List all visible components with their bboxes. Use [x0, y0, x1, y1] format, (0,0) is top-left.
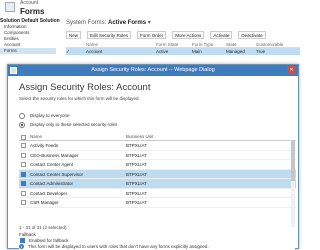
row-checkbox[interactable] [19, 141, 30, 150]
edit-security-roles-button[interactable]: Edit Security Roles [87, 30, 132, 39]
scrollbar-thumb[interactable] [291, 141, 295, 181]
page-subtitle: Select the security roles for which this… [19, 96, 140, 101]
radio-button[interactable] [19, 121, 25, 128]
radio-label-everyone: Display to everyone [30, 113, 70, 118]
table-scrollbar[interactable] [291, 141, 295, 227]
col-customizable[interactable]: Customizable [256, 41, 300, 47]
radio-display-everyone[interactable]: Display to everyone [19, 112, 70, 119]
dialog-title-bar[interactable]: Assign Security Roles: Account -- Webpag… [8, 65, 298, 76]
header-title: Forms [20, 7, 45, 16]
row-checkbox[interactable] [19, 198, 30, 207]
table-row[interactable]: CSR Manager BTPXLIAT [19, 198, 296, 208]
radio-display-selected[interactable]: Display only to these selected security … [19, 121, 117, 128]
more-actions-button[interactable]: More Actions [172, 30, 205, 39]
col-form-type[interactable]: Form Type [192, 41, 226, 47]
select-all-checkbox[interactable] [19, 133, 30, 140]
row-checkbox[interactable] [19, 189, 30, 198]
system-forms-prefix: System Forms: [66, 20, 107, 26]
check-icon: ✓ [66, 49, 70, 54]
header-entity: Account [20, 0, 39, 6]
activate-button[interactable]: Activate [210, 30, 233, 39]
window-controls: ✕ [287, 66, 296, 74]
fallback-section-title: Fallback [19, 232, 36, 237]
paging-status: 1 - 31 of 31 (2 selected) [19, 225, 67, 230]
row-checkbox[interactable] [19, 160, 30, 169]
forms-toolbar: New Edit Security Roles Form Order More … [66, 30, 300, 39]
left-nav: Information Components Entities Account … [0, 24, 56, 64]
roles-table: Name Business Unit Activity Feeds BTPXLI… [19, 133, 296, 208]
table-row[interactable]: Contact Administrator BTPXLIAT [19, 179, 296, 189]
row-checkbox[interactable] [19, 170, 30, 179]
info-icon: i [19, 244, 24, 249]
fallback-note-text: This form will be displayed to users wit… [28, 244, 209, 249]
deactivate-button[interactable]: Deactivate [238, 30, 266, 39]
table-header: Name Business Unit [19, 133, 296, 141]
radio-label-selected: Display only to these selected security … [30, 122, 118, 127]
nav-item-forms[interactable]: Forms [0, 48, 56, 54]
form-order-button[interactable]: Form Order [137, 30, 167, 39]
ie-icon [10, 67, 17, 74]
assign-security-roles-dialog: Assign Security Roles: Account -- Webpag… [7, 64, 299, 250]
system-forms-view[interactable]: Active Forms [108, 20, 146, 26]
col-name[interactable]: Name [86, 41, 156, 47]
dialog-title: Assign Security Roles: Account -- Webpag… [91, 67, 215, 73]
forms-grid: Name Form State Form Type State Customiz… [66, 41, 300, 55]
entity-icon [5, 2, 15, 12]
row-checkbox[interactable] [19, 179, 30, 188]
col-state[interactable]: State [226, 41, 256, 47]
table-row[interactable]: Activity Feeds BTPXLIAT [19, 141, 296, 151]
row-checkbox[interactable] [19, 151, 30, 160]
col-header-business-unit[interactable]: Business Unit [126, 133, 296, 140]
table-row[interactable]: Contact Center Agent BTPXLIAT [19, 160, 296, 170]
grid-header: Name Form State Form Type State Customiz… [66, 41, 300, 48]
col-header-name[interactable]: Name [30, 133, 126, 140]
table-row[interactable]: ✓ Account Active Main Managed True [66, 48, 300, 55]
new-button[interactable]: New [66, 30, 82, 39]
table-row[interactable]: CEO-Business Manager BTPXLIAT [19, 151, 296, 160]
table-row[interactable]: Contact Developer BTPXLIAT [19, 189, 296, 198]
close-icon[interactable]: ✕ [287, 66, 296, 74]
page-title: Assign Security Roles: Account [19, 82, 151, 93]
col-form-state[interactable]: Form State [156, 41, 192, 47]
table-row[interactable]: Contact Center Supervisor BTPXLIAT [19, 169, 296, 179]
system-forms-selector[interactable]: System Forms: Active Forms ▾ [66, 19, 151, 26]
radio-button[interactable] [19, 112, 25, 119]
